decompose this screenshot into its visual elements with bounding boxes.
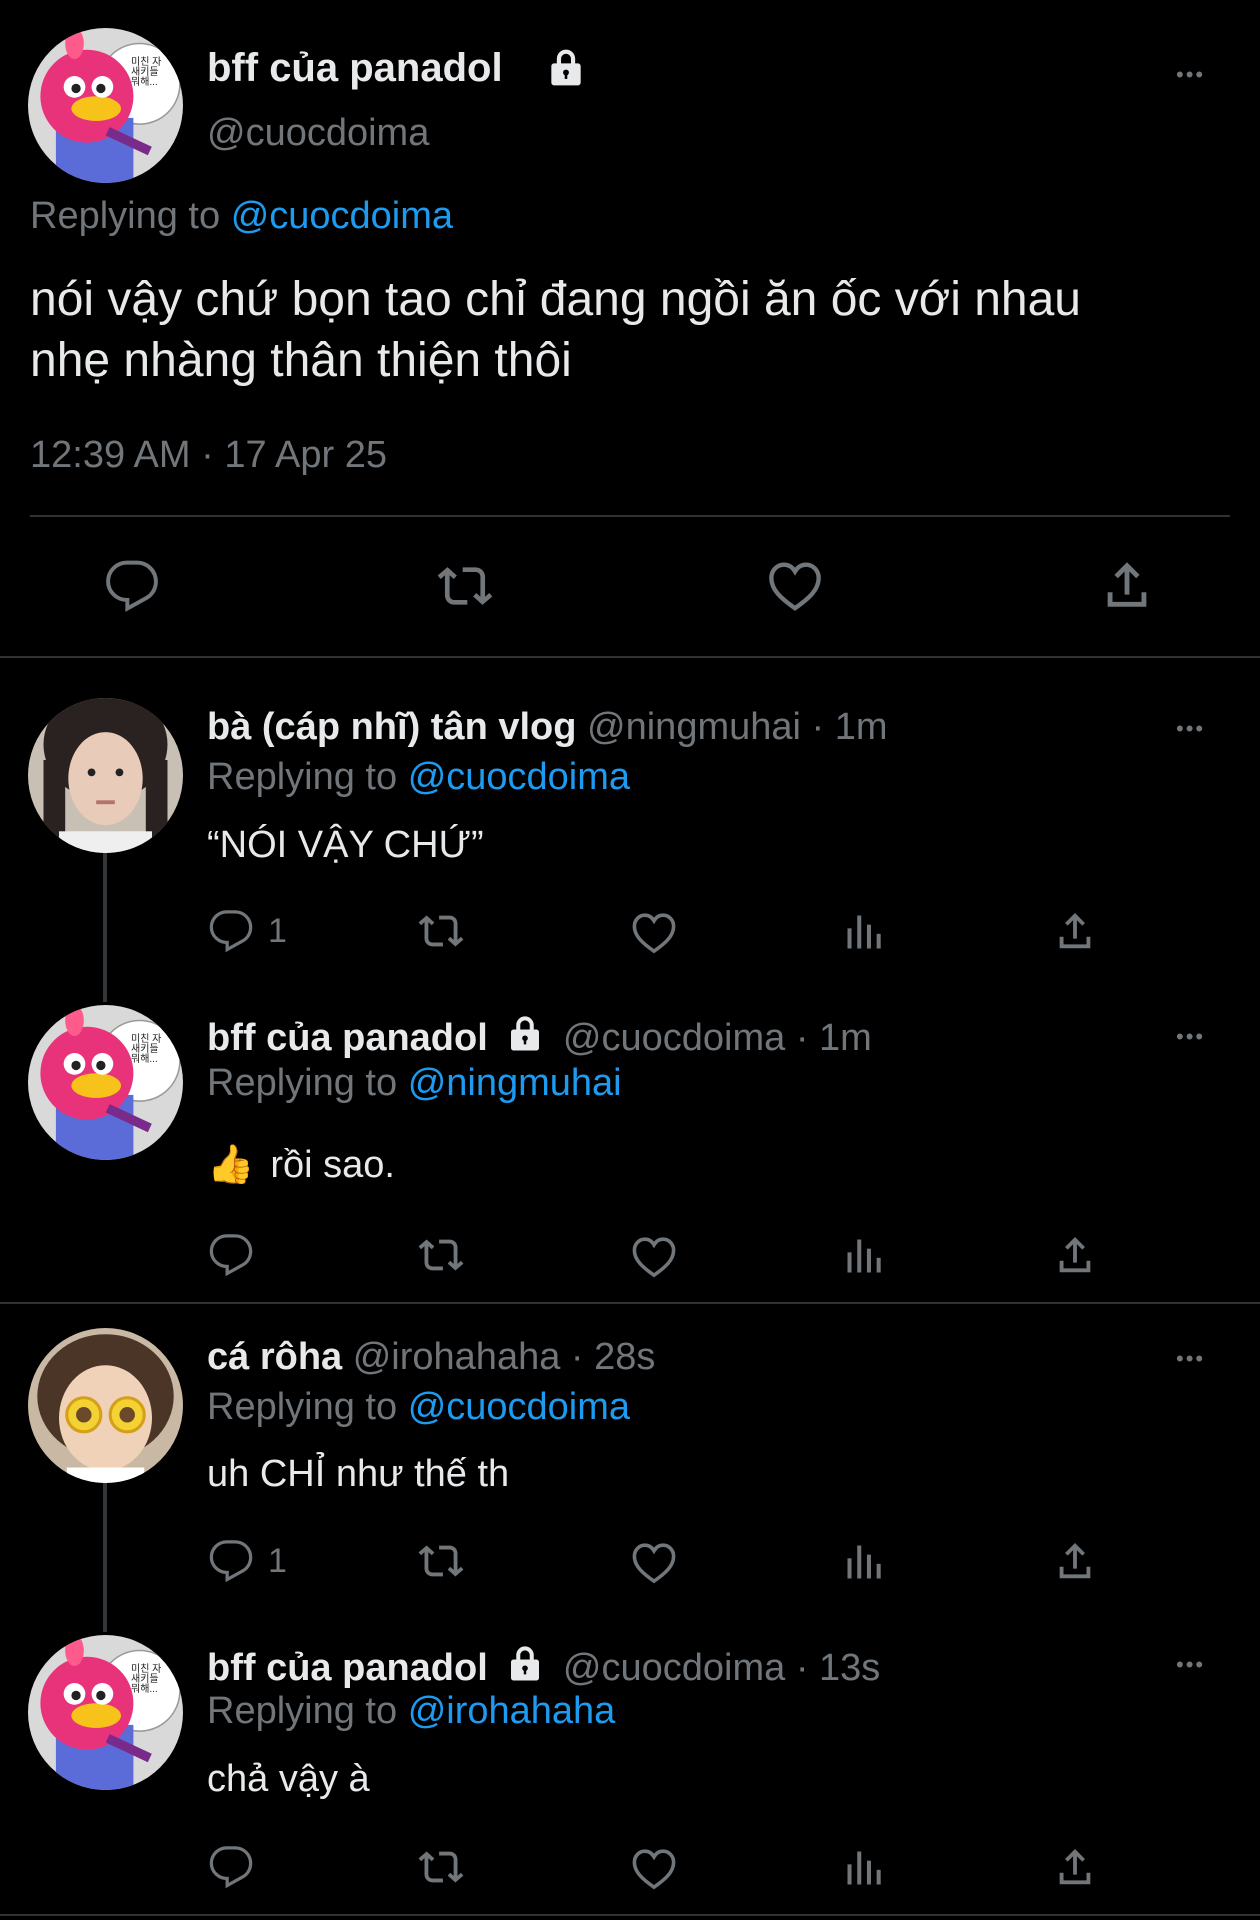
lock-icon <box>504 1012 546 1054</box>
display-name[interactable]: bff của panadol <box>207 1017 488 1059</box>
time: · 13s <box>795 1647 881 1689</box>
reply-icon[interactable] <box>208 1232 254 1278</box>
like-icon[interactable] <box>766 556 824 614</box>
reply-header: bff của panadol @cuocdoima · 13s <box>207 1642 880 1690</box>
display-name[interactable]: bà (cáp nhĩ) tân vlog <box>207 706 576 748</box>
handle[interactable]: @cuocdoima <box>207 112 429 155</box>
more-icon[interactable]: ••• <box>1176 1346 1205 1372</box>
replying-prefix: Replying to <box>30 195 221 237</box>
more-icon[interactable]: ••• <box>1176 62 1205 88</box>
share-icon[interactable] <box>1052 1232 1098 1278</box>
lock-icon <box>504 1642 546 1684</box>
divider <box>0 656 1260 658</box>
reply-icon[interactable] <box>208 908 254 954</box>
replying-to: Replying to @irohahaha <box>207 1690 615 1733</box>
reply-count: 1 <box>268 1542 287 1580</box>
replying-to: Replying to @cuocdoima <box>207 1386 630 1429</box>
replying-prefix: Replying to <box>207 1690 398 1732</box>
display-name[interactable]: cá rôha <box>207 1336 342 1378</box>
replying-to-link[interactable]: @ningmuhai <box>408 1062 622 1104</box>
handle[interactable]: @cuocdoima <box>563 1017 785 1059</box>
time: · 1m <box>795 1017 872 1059</box>
like-icon[interactable] <box>630 1232 678 1280</box>
time: · 28s <box>570 1336 656 1378</box>
avatar[interactable] <box>28 698 183 853</box>
time: · 1m <box>811 706 888 748</box>
reply-count: 1 <box>268 912 287 950</box>
replying-prefix: Replying to <box>207 756 398 798</box>
reply-header: cá rôha @irohahaha · 28s <box>207 1336 655 1379</box>
avatar[interactable] <box>28 1328 183 1483</box>
replying-to: Replying to @cuocdoima <box>207 756 630 799</box>
avatar-bubble-text: 미친 자 새키들 뭐해... <box>131 1034 162 1065</box>
tweet-text-line-2: nhẹ nhàng thân thiện thôi <box>30 334 572 387</box>
reply-header: bà (cáp nhĩ) tân vlog @ningmuhai · 1m <box>207 706 888 749</box>
like-icon[interactable] <box>630 908 678 956</box>
display-name[interactable]: bff của panadol <box>207 1647 488 1689</box>
like-icon[interactable] <box>630 1538 678 1586</box>
replying-to: Replying to @ningmuhai <box>207 1062 622 1105</box>
reply-text: uh CHỈ như thế th <box>207 1453 510 1495</box>
reply-text: “NÓI VẬY CHỨ” <box>207 824 484 866</box>
thread-line <box>103 1482 107 1632</box>
thread-line <box>103 852 107 1002</box>
retweet-icon[interactable] <box>416 1844 466 1890</box>
more-icon[interactable]: ••• <box>1176 1024 1205 1050</box>
more-icon[interactable]: ••• <box>1176 1652 1205 1678</box>
retweet-icon[interactable] <box>435 558 495 614</box>
reply-icon[interactable] <box>104 558 160 614</box>
replying-to-link[interactable]: @cuocdoima <box>408 1386 630 1428</box>
like-icon[interactable] <box>630 1844 678 1892</box>
divider <box>0 1302 1260 1304</box>
tweet-text-line-1: nói vậy chứ bọn tao chỉ đang ngồi ăn ốc … <box>30 273 1081 326</box>
avatar-bubble-text: 미친 자 새키들 뭐해... <box>131 57 162 88</box>
replying-to-link[interactable]: @irohahaha <box>408 1690 616 1732</box>
reply-text-body: rồi sao. <box>270 1144 395 1186</box>
share-icon[interactable] <box>1052 1844 1098 1890</box>
reply-text: chả vậy à <box>207 1758 370 1800</box>
views-icon[interactable] <box>842 910 886 954</box>
replying-to-link[interactable]: @cuocdoima <box>231 195 453 237</box>
more-icon[interactable]: ••• <box>1176 716 1205 742</box>
reply-icon[interactable] <box>208 1538 254 1584</box>
views-icon[interactable] <box>842 1540 886 1584</box>
replying-to-link[interactable]: @cuocdoima <box>408 756 630 798</box>
retweet-icon[interactable] <box>416 1232 466 1278</box>
handle[interactable]: @irohahaha <box>353 1336 561 1378</box>
timestamp: 12:39 AM · 17 Apr 25 <box>30 434 388 476</box>
reply-text: 👍 rồi sao. <box>207 1143 395 1187</box>
divider <box>0 1914 1260 1916</box>
lock-icon <box>544 45 588 89</box>
reply-header: bff của panadol @cuocdoima · 1m <box>207 1012 872 1060</box>
replying-to: Replying to @cuocdoima <box>30 195 453 238</box>
reply-icon[interactable] <box>208 1844 254 1890</box>
inner-divider <box>30 515 1230 517</box>
avatar-bubble-text: 미친 자 새키들 뭐해... <box>131 1664 162 1695</box>
views-icon[interactable] <box>842 1846 886 1890</box>
share-icon[interactable] <box>1098 556 1156 614</box>
handle[interactable]: @ningmuhai <box>587 706 801 748</box>
avatar[interactable]: 미친 자 새키들 뭐해... <box>28 28 183 183</box>
avatar[interactable]: 미친 자 새키들 뭐해... <box>28 1635 183 1790</box>
retweet-icon[interactable] <box>416 908 466 954</box>
views-icon[interactable] <box>842 1234 886 1278</box>
thumbs-up-emoji: 👍 <box>207 1144 255 1186</box>
avatar[interactable]: 미친 자 새키들 뭐해... <box>28 1005 183 1160</box>
display-name[interactable]: bff của panadol <box>207 46 503 91</box>
share-icon[interactable] <box>1052 1538 1098 1584</box>
replying-prefix: Replying to <box>207 1386 398 1428</box>
replying-prefix: Replying to <box>207 1062 398 1104</box>
share-icon[interactable] <box>1052 908 1098 954</box>
handle[interactable]: @cuocdoima <box>563 1647 785 1689</box>
retweet-icon[interactable] <box>416 1538 466 1584</box>
